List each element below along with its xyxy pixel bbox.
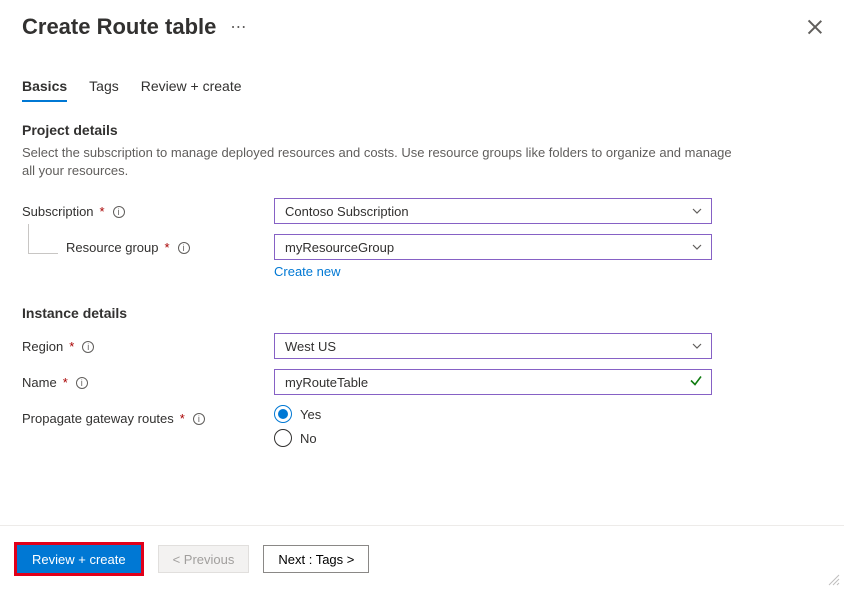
radio-icon bbox=[274, 405, 292, 423]
tab-basics[interactable]: Basics bbox=[22, 78, 67, 102]
instance-details-heading: Instance details bbox=[22, 305, 822, 321]
project-details-description: Select the subscription to manage deploy… bbox=[22, 144, 742, 180]
subscription-label: Subscription* i bbox=[22, 198, 274, 219]
tab-review-create[interactable]: Review + create bbox=[141, 78, 242, 102]
info-icon[interactable]: i bbox=[178, 242, 190, 254]
resize-handle-icon[interactable] bbox=[828, 574, 840, 586]
info-icon[interactable]: i bbox=[193, 413, 205, 425]
required-indicator: * bbox=[100, 204, 105, 219]
resource-group-label: Resource group* i bbox=[66, 234, 190, 255]
radio-label: Yes bbox=[300, 407, 321, 422]
chevron-down-icon bbox=[691, 340, 703, 352]
required-indicator: * bbox=[69, 339, 74, 354]
review-create-button[interactable]: Review + create bbox=[17, 545, 141, 573]
tab-tags[interactable]: Tags bbox=[89, 78, 119, 102]
info-icon[interactable]: i bbox=[76, 377, 88, 389]
chevron-down-icon bbox=[691, 241, 703, 253]
region-label: Region* i bbox=[22, 333, 274, 354]
highlight-box: Review + create bbox=[14, 542, 144, 576]
info-icon[interactable]: i bbox=[82, 341, 94, 353]
name-label: Name* i bbox=[22, 369, 274, 390]
required-indicator: * bbox=[180, 411, 185, 426]
project-details-heading: Project details bbox=[22, 122, 822, 138]
tab-bar: Basics Tags Review + create bbox=[22, 78, 822, 102]
resource-group-select[interactable]: myResourceGroup bbox=[274, 234, 712, 260]
subscription-select[interactable]: Contoso Subscription bbox=[274, 198, 712, 224]
page-title: Create Route table bbox=[22, 14, 216, 40]
propagate-label: Propagate gateway routes* i bbox=[22, 405, 274, 426]
more-options-icon[interactable]: ⋯ bbox=[230, 17, 247, 37]
footer-divider bbox=[0, 525, 844, 526]
name-input[interactable]: myRouteTable bbox=[274, 369, 712, 395]
create-new-link[interactable]: Create new bbox=[274, 264, 340, 279]
propagate-radio-no[interactable]: No bbox=[274, 429, 712, 447]
valid-check-icon bbox=[689, 374, 703, 391]
next-button[interactable]: Next : Tags > bbox=[263, 545, 369, 573]
tree-connector bbox=[28, 224, 58, 254]
radio-label: No bbox=[300, 431, 317, 446]
required-indicator: * bbox=[165, 240, 170, 255]
region-select[interactable]: West US bbox=[274, 333, 712, 359]
info-icon[interactable]: i bbox=[113, 206, 125, 218]
close-icon[interactable] bbox=[808, 20, 822, 34]
previous-button: < Previous bbox=[158, 545, 250, 573]
chevron-down-icon bbox=[691, 205, 703, 217]
propagate-radio-yes[interactable]: Yes bbox=[274, 405, 712, 423]
required-indicator: * bbox=[63, 375, 68, 390]
radio-icon bbox=[274, 429, 292, 447]
